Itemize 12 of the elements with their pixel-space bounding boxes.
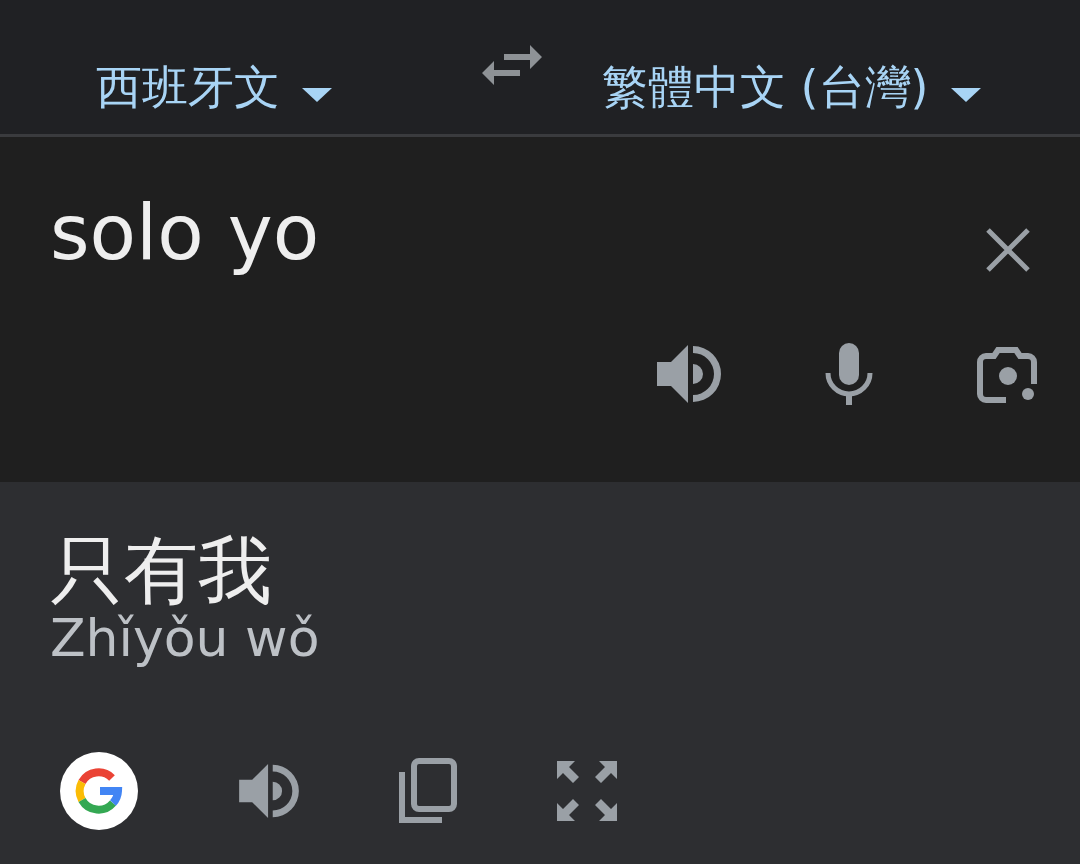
fullscreen-button[interactable] [557, 761, 617, 822]
microphone-button[interactable] [825, 343, 873, 406]
speaker-button[interactable] [239, 763, 299, 820]
source-language-dropdown[interactable]: 西班牙文 [96, 57, 332, 119]
swap-languages-button[interactable] [482, 42, 542, 86]
close-button[interactable] [985, 227, 1031, 273]
caret-icon [302, 88, 332, 102]
input-field[interactable]: solo yo [50, 187, 320, 279]
target-language-dropdown[interactable]: 繁體中文 (台灣) [602, 57, 981, 119]
copy-button[interactable] [399, 758, 457, 825]
google-logo-icon [59, 751, 139, 832]
caret-icon [950, 88, 981, 102]
